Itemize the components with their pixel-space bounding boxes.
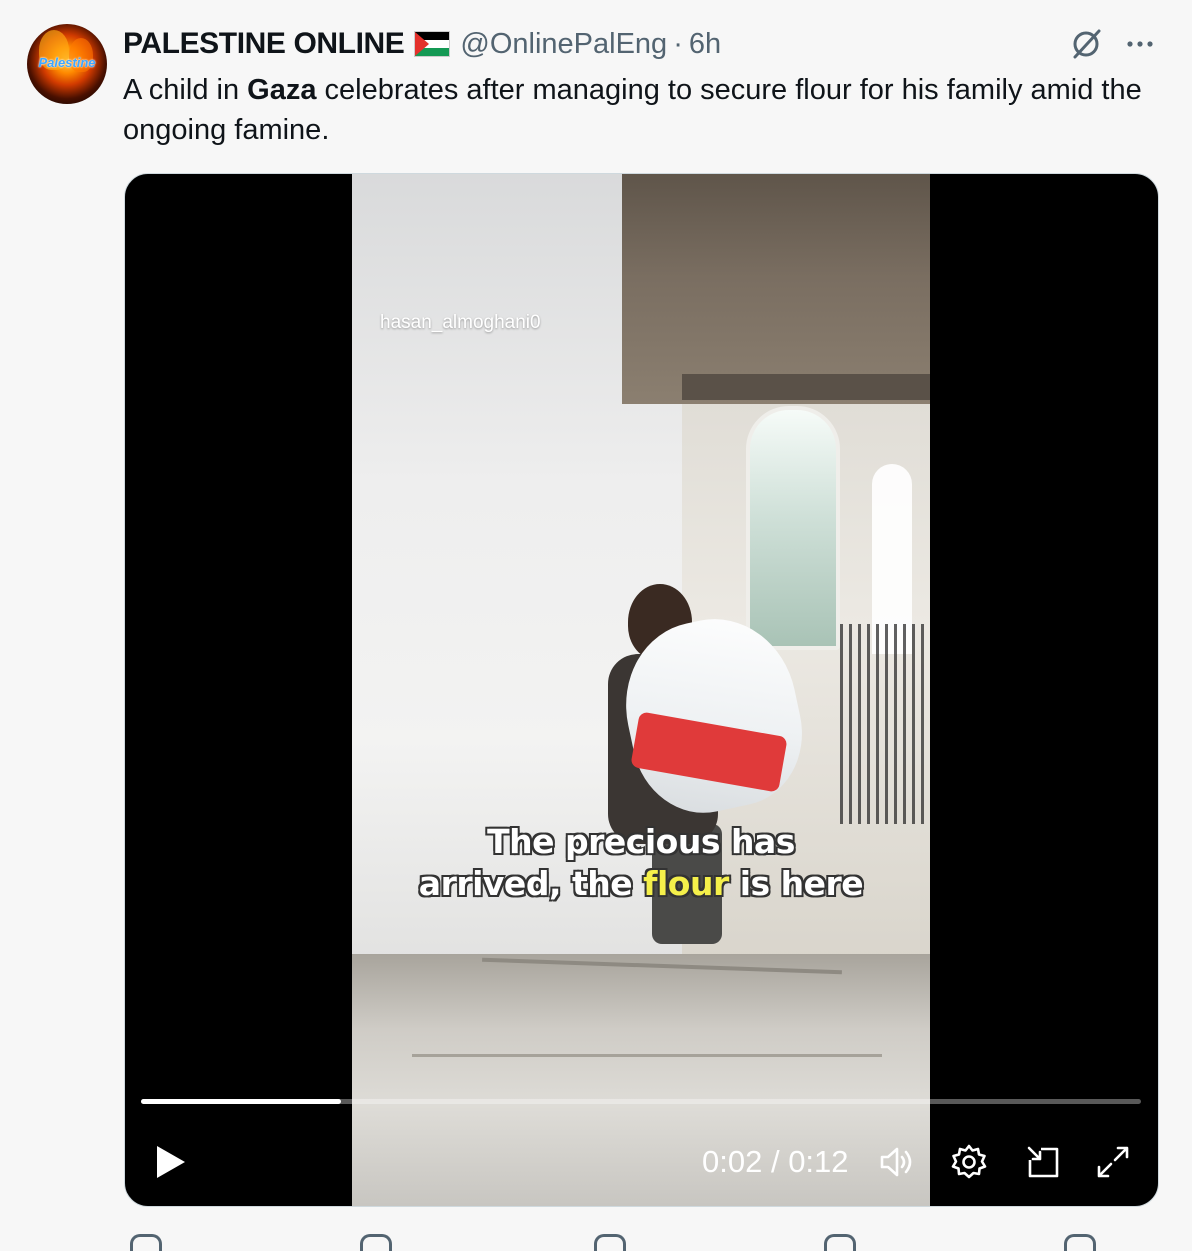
- repost-icon[interactable]: [360, 1234, 392, 1251]
- grok-icon[interactable]: [1068, 26, 1104, 62]
- post-timestamp[interactable]: 6h: [689, 28, 721, 61]
- current-time: 0:02: [702, 1144, 763, 1179]
- bookmark-icon[interactable]: [1064, 1234, 1096, 1251]
- palestine-flag-icon: [414, 31, 451, 57]
- author-name[interactable]: PALESTINE ONLINE: [123, 27, 405, 61]
- scene-ceiling-edge: [682, 374, 930, 400]
- post-text: A child in Gaza celebrates after managin…: [123, 70, 1173, 150]
- author-handle[interactable]: @OnlinePalEng: [460, 28, 667, 61]
- views-icon[interactable]: [824, 1234, 856, 1251]
- post-action-bar: [124, 1228, 1164, 1251]
- like-icon[interactable]: [594, 1234, 626, 1251]
- volume-icon[interactable]: [877, 1142, 917, 1182]
- time-separator: /: [762, 1144, 789, 1179]
- scene-ceiling: [622, 174, 930, 404]
- caption-highlight: flour: [643, 864, 729, 903]
- caption-text: is here: [728, 864, 864, 903]
- author-avatar[interactable]: Palestine: [27, 24, 107, 104]
- pip-icon[interactable]: [1023, 1142, 1063, 1182]
- video-progress-fill: [141, 1099, 341, 1104]
- scene-railing: [840, 624, 930, 824]
- video-progress-bar[interactable]: [141, 1099, 1141, 1104]
- video-watermark: hasan_almoghani0: [380, 312, 541, 333]
- duration: 0:12: [788, 1144, 849, 1179]
- separator-dot: ·: [673, 27, 683, 60]
- settings-icon[interactable]: [949, 1142, 989, 1182]
- reply-icon[interactable]: [130, 1234, 162, 1251]
- caption-text: arrived, the: [418, 864, 644, 903]
- post-header: PALESTINE ONLINE @OnlinePalEng · 6h: [123, 26, 721, 62]
- post-text-start: A child in: [123, 74, 248, 106]
- video-caption-line2: arrived, the flour is here: [352, 864, 930, 903]
- scene-stair-edge: [412, 1054, 882, 1057]
- avatar-logo-text: Palestine: [38, 55, 96, 70]
- video-caption-line1: The precious has: [487, 822, 795, 861]
- play-icon[interactable]: [151, 1142, 191, 1182]
- video-player[interactable]: hasan_almoghani0 The precious has arrive…: [124, 173, 1159, 1207]
- post-text-bold[interactable]: Gaza: [247, 74, 316, 106]
- video-timecode: 0:02 / 0:12: [702, 1142, 849, 1182]
- fullscreen-icon[interactable]: [1093, 1142, 1133, 1182]
- more-icon[interactable]: [1122, 26, 1158, 62]
